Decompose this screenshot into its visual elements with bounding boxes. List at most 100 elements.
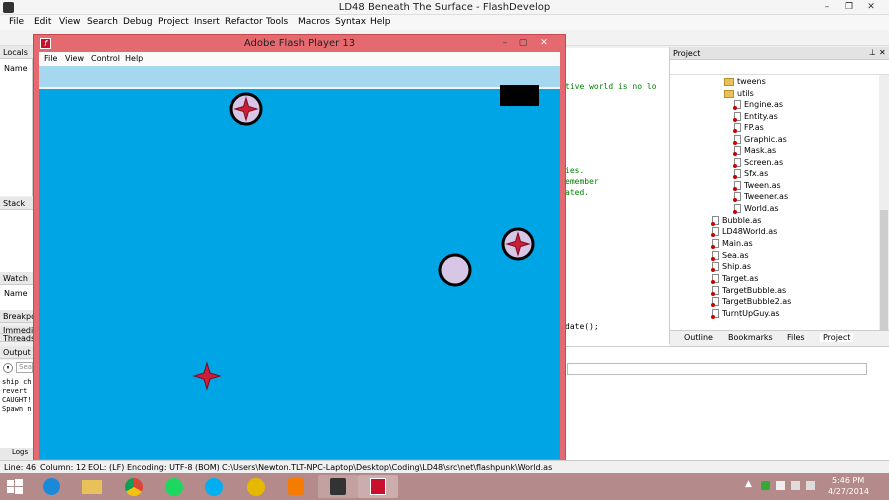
status-path: C:\Users\Newton.TLT-NPC-Laptop\Desktop\C… (222, 463, 553, 472)
tree-file[interactable]: Tween.as (733, 181, 781, 191)
flashdevelop-task-icon[interactable] (318, 475, 358, 498)
scrollbar[interactable] (879, 75, 889, 330)
as-file-icon (711, 251, 719, 261)
flash-player-window[interactable]: f Adobe Flash Player 13 – ▢ ✕ File View … (33, 34, 566, 464)
tree-file[interactable]: Ship.as (711, 262, 751, 272)
tray-chevron-icon[interactable]: ▲ (745, 479, 752, 489)
threads-tab[interactable]: Threads (0, 334, 33, 342)
tree-file[interactable]: TargetBubble.as (711, 286, 786, 296)
ide-menu-bar: File Edit View Search Debug Project Inse… (0, 15, 889, 30)
menu-syntax[interactable]: Syntax (335, 17, 366, 27)
tree-file[interactable]: Tweener.as (733, 192, 788, 202)
game-stage[interactable] (39, 66, 560, 459)
tray-flag-icon[interactable] (776, 481, 785, 490)
tree-file[interactable]: Main.as (711, 239, 753, 249)
start-button[interactable] (4, 477, 26, 496)
ie-icon[interactable] (32, 475, 72, 498)
system-tray: ▲ (745, 479, 820, 493)
pin-icon[interactable]: ⊥ (869, 48, 876, 57)
as-file-icon (711, 216, 719, 226)
fruity-loops-icon[interactable] (236, 475, 276, 498)
menu-project[interactable]: Project (158, 17, 189, 27)
code-line: ies. (565, 166, 585, 175)
as-file-icon (711, 227, 719, 237)
target (192, 361, 222, 391)
output-line: ship ch (2, 378, 32, 386)
tree-file[interactable]: Screen.as (733, 158, 783, 168)
output-search-input[interactable]: Sea (16, 362, 33, 373)
flash-minimize-icon[interactable]: – (498, 37, 512, 49)
clock-time[interactable]: 5:46 PM (832, 476, 864, 485)
menu-insert[interactable]: Insert (194, 17, 220, 27)
tree-file[interactable]: Mask.as (733, 146, 776, 156)
tree-file[interactable]: TargetBubble2.as (711, 297, 791, 307)
tree-file[interactable]: Graphic.as (733, 135, 787, 145)
tree-file[interactable]: Target.as (711, 274, 758, 284)
flash-close-icon[interactable]: ✕ (537, 37, 551, 49)
output-header: Output (0, 346, 33, 359)
menu-view[interactable]: View (59, 17, 80, 27)
tray-network-icon[interactable] (791, 481, 800, 490)
panel-close-icon[interactable]: ✕ (879, 48, 886, 57)
stack-header: Stack (0, 197, 33, 210)
flash-menu-help[interactable]: Help (125, 54, 143, 63)
as-file-icon (733, 169, 741, 179)
output-search-field[interactable] (567, 363, 867, 375)
file-explorer-icon[interactable] (72, 475, 112, 498)
breakpoints-tab[interactable]: Breakpoi (0, 310, 38, 323)
tree-file[interactable]: Engine.as (733, 100, 783, 110)
tree-file[interactable]: Sea.as (711, 251, 749, 261)
skype-icon[interactable] (194, 475, 234, 498)
flash-menu-file[interactable]: File (44, 54, 57, 63)
clock-date[interactable]: 4/27/2014 (828, 487, 869, 496)
tree-file[interactable]: LD48World.as (711, 227, 777, 237)
chrome-icon[interactable] (114, 475, 154, 498)
as-file-icon (711, 274, 719, 284)
tree-file[interactable]: Entity.as (733, 112, 778, 122)
output-line: CAUGHT! (2, 396, 32, 404)
immediate-tab[interactable]: Immedi (0, 326, 33, 334)
menu-search[interactable]: Search (87, 17, 118, 27)
pause-icon[interactable]: ⏸ (3, 363, 13, 373)
menu-file[interactable]: File (9, 17, 24, 27)
menu-refactor[interactable]: Refactor (225, 17, 263, 27)
flash-maximize-icon[interactable]: ▢ (516, 37, 530, 49)
tree-file[interactable]: Sfx.as (733, 169, 768, 179)
flash-menu-control[interactable]: Control (91, 54, 120, 63)
tree-file[interactable]: FP.as (733, 123, 764, 133)
tab-outline[interactable]: Outline (684, 333, 713, 342)
tree-folder-tweens[interactable]: tweens (724, 77, 766, 86)
tree-folder-utils[interactable]: utils (724, 89, 754, 98)
menu-debug[interactable]: Debug (123, 17, 153, 27)
output-line: revert (2, 387, 28, 395)
project-header: Project (670, 47, 889, 60)
maximize-icon[interactable]: ❐ (842, 1, 856, 13)
scrollbar-thumb[interactable] (880, 210, 888, 330)
flash-menu-view[interactable]: View (65, 54, 84, 63)
tray-security-icon[interactable] (761, 481, 770, 490)
tab-project[interactable]: Project (820, 333, 854, 342)
tree-file[interactable]: Bubble.as (711, 216, 761, 226)
menu-tools[interactable]: Tools (266, 17, 288, 27)
code-editor[interactable]: tive world is no lo ies. emember ated. d… (563, 48, 669, 348)
as-file-icon (733, 146, 741, 156)
menu-edit[interactable]: Edit (34, 17, 51, 27)
ide-title-bar: LD48 Beneath The Surface - FlashDevelop … (0, 0, 889, 15)
menu-help[interactable]: Help (370, 17, 391, 27)
spotify-icon[interactable] (154, 475, 194, 498)
minimize-icon[interactable]: – (820, 1, 834, 13)
tree-file[interactable]: World.as (733, 204, 779, 214)
watch-header: Watch (0, 272, 33, 285)
close-icon[interactable]: ✕ (864, 1, 878, 13)
menu-macros[interactable]: Macros (298, 17, 330, 27)
tab-bookmarks[interactable]: Bookmarks (728, 333, 773, 342)
tree-file[interactable]: TurntUpGuy.as (711, 309, 780, 319)
logs-tab[interactable]: Logs (0, 448, 33, 460)
flash-player-task-icon[interactable] (358, 475, 398, 498)
media-player-icon[interactable] (276, 475, 316, 498)
tray-volume-icon[interactable] (806, 481, 815, 490)
code-line: date(); (565, 322, 599, 331)
tab-files[interactable]: Files (787, 333, 805, 342)
output-line: Spawn n (2, 405, 32, 413)
locals-header: Locals (0, 46, 33, 59)
